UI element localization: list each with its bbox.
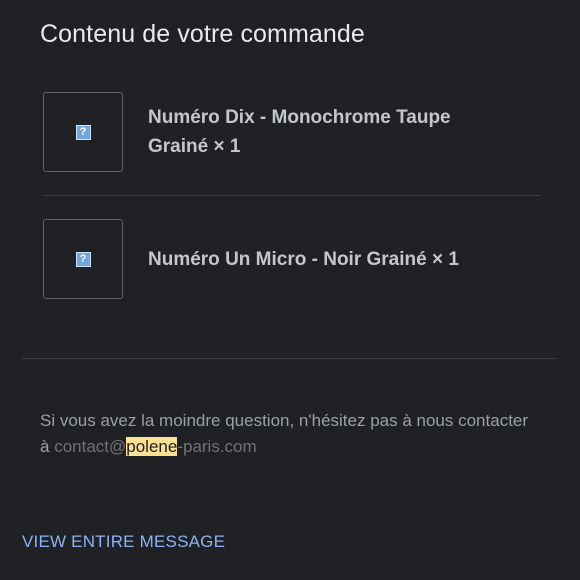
product-name: Numéro Dix - Monochrome Taupe Grainé × 1 xyxy=(148,107,451,157)
broken-image-icon: ? xyxy=(75,251,91,267)
section-divider xyxy=(22,358,557,359)
order-item: ? Numéro Un Micro - Noir Grainé × 1 xyxy=(43,217,540,301)
email-suffix: -paris.com xyxy=(177,437,257,456)
search-highlight: polene xyxy=(126,437,178,456)
item-divider xyxy=(43,195,540,196)
help-text: Si vous avez la moindre question, n'hési… xyxy=(40,408,540,460)
broken-image-icon: ? xyxy=(75,124,91,140)
product-image[interactable]: ? xyxy=(43,92,123,172)
product-image[interactable]: ? xyxy=(43,219,123,299)
email-body: Contenu de votre commande ? Numéro Dix -… xyxy=(0,0,580,580)
order-item: ? Numéro Dix - Monochrome Taupe Grainé ×… xyxy=(43,90,540,174)
view-entire-message-link[interactable]: VIEW ENTIRE MESSAGE xyxy=(22,532,225,552)
product-name: Numéro Un Micro - Noir Grainé × 1 xyxy=(148,248,459,270)
email-prefix: contact@ xyxy=(54,437,127,456)
order-contents-title: Contenu de votre commande xyxy=(40,20,365,48)
contact-email-link[interactable]: contact@polene-paris.com xyxy=(54,437,257,456)
